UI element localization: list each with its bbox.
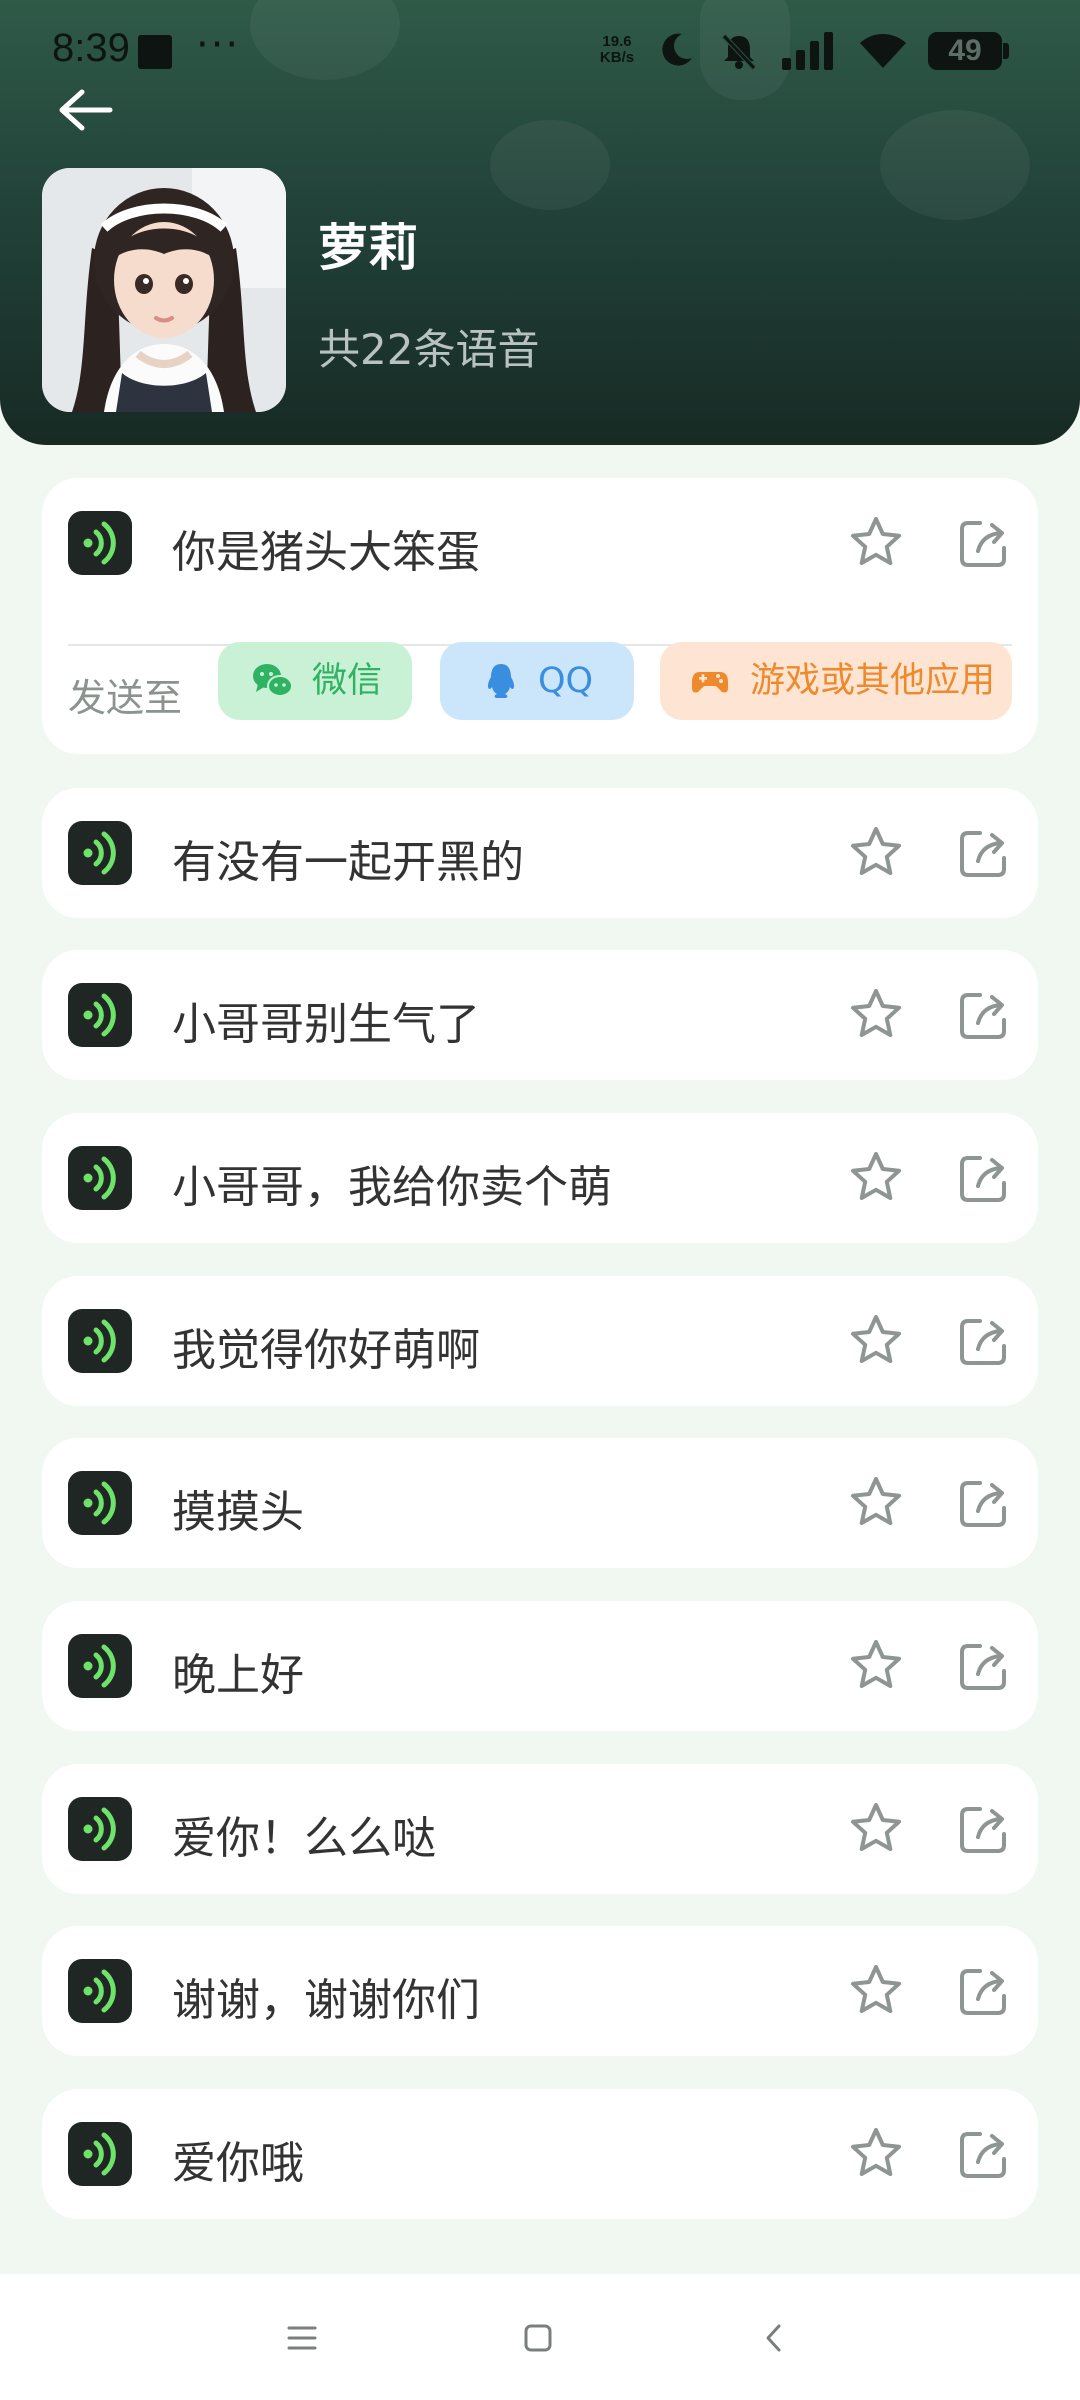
qq-icon	[487, 664, 515, 698]
voice-title: 爱你哦	[172, 2138, 304, 2189]
network-speed: 19.6 KB/s	[592, 34, 642, 66]
voice-title: 小哥哥，我给你卖个萌	[172, 1162, 612, 1213]
voice-card[interactable]: 我觉得你好萌啊	[42, 1276, 1038, 1406]
more-notifications-icon: ···	[196, 22, 241, 68]
battery-tip	[1003, 43, 1009, 59]
voice-play-icon[interactable]	[68, 821, 132, 885]
voice-play-icon[interactable]	[68, 1959, 132, 2023]
send-wechat-button[interactable]: 微信	[218, 642, 412, 720]
voice-row[interactable]: 晚上好	[42, 1601, 1038, 1731]
notification-icon	[138, 35, 172, 69]
header: 8:39 ··· 19.6 KB/s 49 萝莉 共22条语音	[0, 0, 1080, 445]
navigation-bar	[0, 2274, 1080, 2400]
star-icon[interactable]	[848, 1475, 904, 1531]
voice-card[interactable]: 爱你！么么哒	[42, 1764, 1038, 1894]
share-icon[interactable]	[956, 1638, 1012, 1694]
voice-row[interactable]: 爱你哦	[42, 2089, 1038, 2219]
voice-play-icon[interactable]	[68, 1797, 132, 1861]
voice-play-icon[interactable]	[68, 1309, 132, 1373]
voice-play-icon[interactable]	[68, 2122, 132, 2186]
voice-row[interactable]: 我觉得你好萌啊	[42, 1276, 1038, 1406]
send-qq-label: QQ	[538, 661, 594, 701]
share-icon[interactable]	[956, 1313, 1012, 1369]
signal-icon	[782, 32, 833, 70]
status-time: 8:39	[52, 26, 130, 70]
voice-row[interactable]: 摸摸头	[42, 1438, 1038, 1568]
send-to-label: 发送至	[68, 676, 183, 720]
voice-title: 谢谢，谢谢你们	[172, 1975, 480, 2026]
voice-count: 共22条语音	[318, 325, 540, 374]
share-icon[interactable]	[956, 2126, 1012, 2182]
voice-card[interactable]: 摸摸头	[42, 1438, 1038, 1568]
voice-play-icon[interactable]	[68, 983, 132, 1047]
voice-row[interactable]: 小哥哥，我给你卖个萌	[42, 1113, 1038, 1243]
star-icon[interactable]	[848, 1150, 904, 1206]
gamepad-icon	[692, 672, 728, 693]
bell-off-icon	[722, 34, 756, 70]
voice-card[interactable]: 小哥哥，我给你卖个萌	[42, 1113, 1038, 1243]
voice-card[interactable]: 谢谢，谢谢你们	[42, 1926, 1038, 2056]
share-icon[interactable]	[956, 1475, 1012, 1531]
decor-shape	[490, 120, 610, 210]
star-icon[interactable]	[848, 515, 904, 571]
voice-card[interactable]: 小哥哥别生气了	[42, 950, 1038, 1080]
avatar	[42, 168, 286, 412]
voice-title: 小哥哥别生气了	[172, 999, 480, 1050]
voice-row[interactable]: 爱你！么么哒	[42, 1764, 1038, 1894]
voice-play-icon[interactable]	[68, 1634, 132, 1698]
share-icon[interactable]	[956, 1150, 1012, 1206]
status-bar: 8:39 ··· 19.6 KB/s 49	[0, 0, 1080, 104]
share-icon[interactable]	[956, 825, 1012, 881]
voice-title: 有没有一起开黑的	[172, 837, 524, 888]
voice-card[interactable]: 晚上好	[42, 1601, 1038, 1731]
network-speed-unit: KB/s	[599, 49, 635, 66]
voice-row[interactable]: 你是猪头大笨蛋	[42, 478, 1038, 608]
voice-play-icon[interactable]	[68, 1146, 132, 1210]
moon-icon	[662, 33, 692, 66]
send-game-button[interactable]: 游戏或其他应用	[660, 642, 1012, 720]
battery-level: 49	[948, 34, 982, 67]
share-icon[interactable]	[956, 1963, 1012, 2019]
character-name: 萝莉	[318, 219, 418, 277]
send-qq-button[interactable]: QQ	[440, 642, 634, 720]
send-game-label: 游戏或其他应用	[750, 661, 996, 701]
voice-title: 爱你！么么哒	[172, 1813, 436, 1864]
voice-row[interactable]: 谢谢，谢谢你们	[42, 1926, 1038, 2056]
star-icon[interactable]	[848, 825, 904, 881]
star-icon[interactable]	[848, 1638, 904, 1694]
voice-card[interactable]: 有没有一起开黑的	[42, 788, 1038, 918]
voice-title: 晚上好	[172, 1650, 304, 1701]
battery-icon: 49	[928, 32, 1002, 70]
star-icon[interactable]	[848, 2126, 904, 2182]
avatar-image	[42, 168, 286, 412]
voice-play-icon[interactable]	[68, 511, 132, 575]
voice-row[interactable]: 小哥哥别生气了	[42, 950, 1038, 1080]
voice-title: 我觉得你好萌啊	[172, 1325, 480, 1376]
voice-play-icon[interactable]	[68, 1471, 132, 1535]
home-icon[interactable]	[512, 2312, 564, 2364]
voice-card[interactable]: 你是猪头大笨蛋 发送至 微信 QQ 游戏或其他应用	[42, 478, 1038, 754]
voice-title: 你是猪头大笨蛋	[172, 527, 480, 578]
star-icon[interactable]	[848, 987, 904, 1043]
share-icon[interactable]	[956, 987, 1012, 1043]
share-icon[interactable]	[956, 515, 1012, 571]
back-arrow-icon[interactable]	[54, 86, 116, 134]
star-icon[interactable]	[848, 1963, 904, 2019]
voice-row[interactable]: 有没有一起开黑的	[42, 788, 1038, 918]
menu-icon[interactable]	[276, 2312, 328, 2364]
star-icon[interactable]	[848, 1801, 904, 1857]
voice-card[interactable]: 爱你哦	[42, 2089, 1038, 2219]
network-speed-value: 19.6	[602, 33, 632, 50]
wifi-icon	[860, 34, 906, 68]
send-wechat-label: 微信	[312, 661, 383, 701]
voice-title: 摸摸头	[172, 1487, 304, 1538]
share-icon[interactable]	[956, 1801, 1012, 1857]
decor-shape	[880, 110, 1030, 220]
star-icon[interactable]	[848, 1313, 904, 1369]
wechat-icon	[253, 664, 293, 697]
back-icon[interactable]	[748, 2312, 800, 2364]
